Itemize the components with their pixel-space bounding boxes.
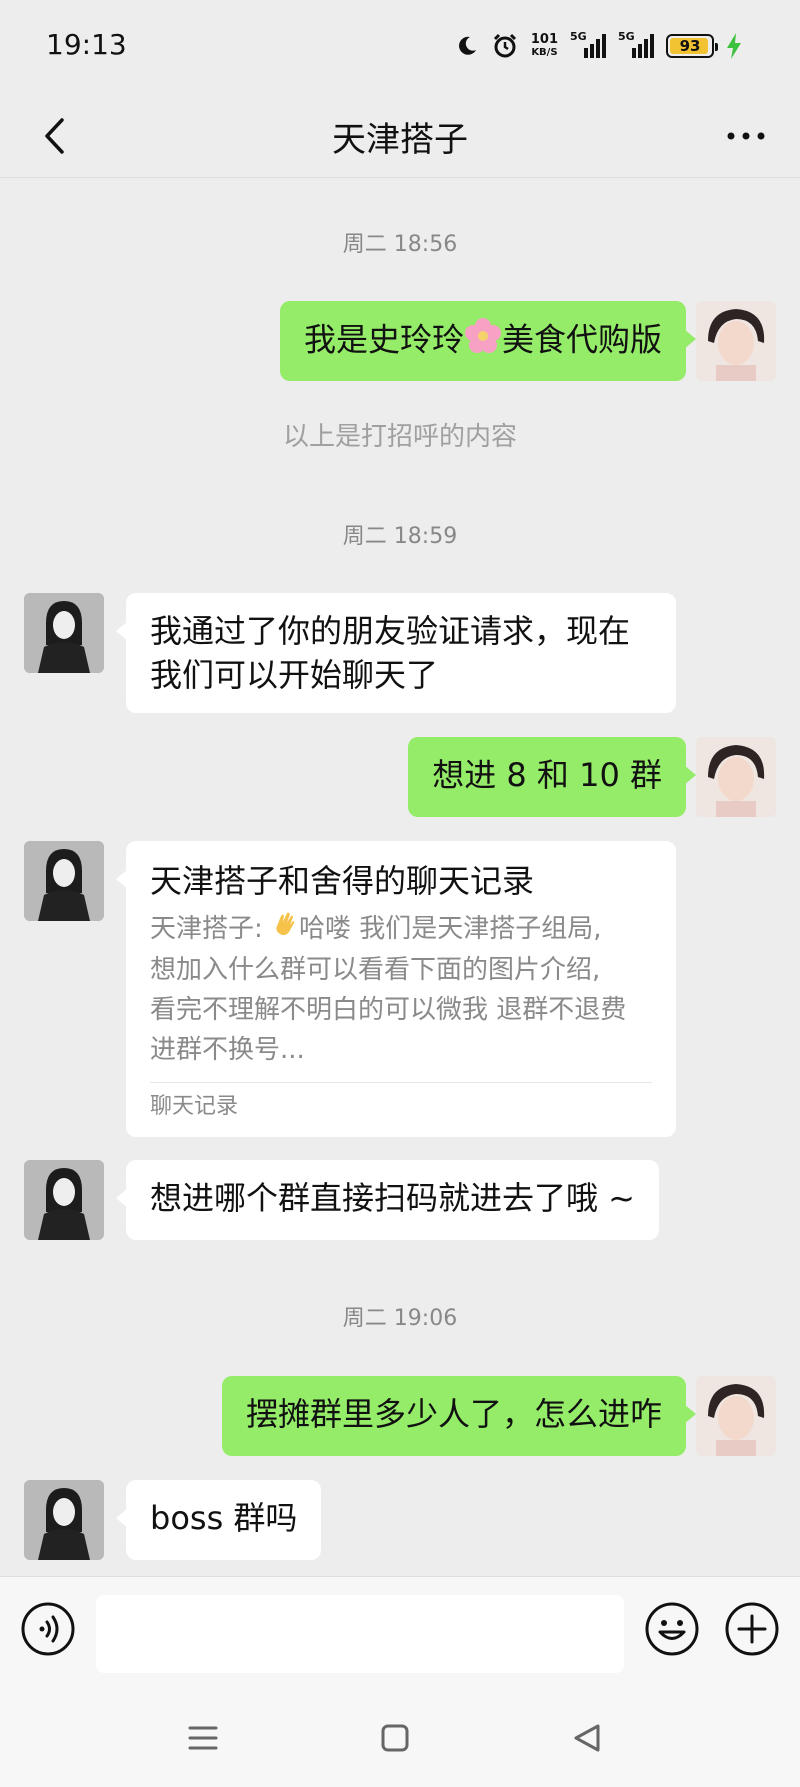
greeting-hint: 以上是打招呼的内容 (282, 422, 517, 452)
status-icons: 101 KB/S 5G 5G 93 (455, 28, 742, 64)
chat-area[interactable]: 周二 18:56 我是史玲玲 美食代购版 以上是打招呼的内容 周二 18:59 (0, 178, 800, 1576)
message-bubble-received[interactable]: boss 群吗 (115, 1480, 322, 1560)
avatar-self[interactable] (696, 737, 776, 817)
input-bar (0, 1576, 800, 1689)
more-button[interactable] (716, 106, 776, 166)
message-bubble-sent[interactable]: 摆摊群里多少人了，怎么进咋 (221, 1376, 697, 1456)
timestamp: 周二 19:06 (342, 1306, 458, 1331)
chat-record-label: 聊天记录 (150, 1093, 239, 1119)
chat-record-card[interactable]: 天津搭子和舍得的聊天记录 天津搭子: 哈喽 我们是天津搭子组局, 想加入什么群可… (116, 841, 676, 1137)
chat-record-sender: 天津搭子: (150, 914, 272, 944)
timestamp: 周二 18:59 (342, 524, 458, 549)
signal-1: 5G (570, 30, 606, 60)
message-text: 我们可以开始聊天了 (150, 656, 439, 694)
divider (150, 1081, 652, 1083)
voice-icon (21, 1602, 75, 1656)
message-text: 美食代购版 (501, 320, 662, 359)
menu-icon (188, 1726, 218, 1750)
message-bubble-sent[interactable]: 我是史玲玲 美食代购版 (279, 301, 697, 381)
battery-icon: 93 (666, 34, 718, 58)
plus-button[interactable] (724, 1601, 780, 1657)
avatar-contact[interactable] (24, 593, 104, 673)
voice-button[interactable] (20, 1601, 76, 1657)
emoji-button[interactable] (644, 1601, 700, 1657)
message-bubble-received[interactable]: 想进哪个群直接扫码就进去了哦 ~ (116, 1160, 659, 1240)
message-bubble-sent[interactable]: 想进 8 和 10 群 (408, 737, 696, 817)
battery-level: 93 (679, 37, 701, 55)
status-bar: 19:13 101 KB/S 5G 5G 93 (0, 0, 800, 92)
avatar-self[interactable] (696, 301, 776, 381)
message-input[interactable] (96, 1595, 624, 1673)
message-text: boss 群吗 (150, 1499, 298, 1537)
home-square-icon (381, 1724, 409, 1752)
net-speed: 101 KB/S (531, 33, 558, 59)
timestamp: 周二 18:56 (342, 232, 458, 257)
message-text: 摆摊群里多少人了，怎么进咋 (245, 1395, 662, 1433)
back-triangle-icon (574, 1724, 600, 1752)
chat-record-line: 进群不换号... (150, 1034, 305, 1065)
signal-bars-2-icon (632, 34, 654, 58)
moon-icon (458, 36, 476, 55)
chat-header: 天津搭子 (0, 92, 800, 178)
message-bubble-received[interactable]: 我通过了你的朋友验证请求，现在 我们可以开始聊天了 (116, 593, 676, 713)
charging-icon (727, 33, 741, 59)
chat-title: 天津搭子 (332, 120, 468, 160)
recent-apps-button[interactable] (178, 1713, 228, 1763)
signal-2: 5G (618, 30, 654, 60)
avatar-contact[interactable] (24, 1480, 104, 1560)
message-text: 想进哪个群直接扫码就进去了哦 ~ (150, 1179, 635, 1217)
chat-record-title: 天津搭子和舍得的聊天记录 (150, 862, 535, 900)
waving-hand-icon (271, 910, 299, 950)
plus-icon (725, 1602, 779, 1656)
alarm-icon (493, 33, 516, 58)
emoji-icon (645, 1602, 699, 1656)
net-speed-unit: KB/S (531, 47, 558, 58)
message-text: 我通过了你的朋友验证请求，现在 (150, 612, 631, 650)
home-button[interactable] (370, 1713, 420, 1763)
system-nav-bar (0, 1689, 800, 1787)
avatar-self[interactable] (696, 1376, 776, 1456)
chat-record-line: 想加入什么群可以看看下面的图片介绍, (150, 954, 601, 985)
net-speed-value: 101 (530, 32, 558, 47)
message-text: 我是史玲玲 (303, 320, 464, 359)
signal-bars-1-icon (584, 34, 606, 58)
chat-record-line: 看完不理解不明白的可以微我 退群不退费 (150, 994, 627, 1025)
system-back-button[interactable] (562, 1713, 612, 1763)
status-time: 19:13 (46, 28, 127, 61)
cherry-blossom-icon (464, 317, 502, 366)
chat-record-line: 哈喽 我们是天津搭子组局, (299, 914, 602, 944)
message-text: 想进 8 和 10 群 (432, 756, 662, 794)
more-dots-icon (727, 132, 765, 140)
avatar-contact[interactable] (24, 841, 104, 921)
chat-record-preview: 天津搭子: 哈喽 我们是天津搭子组局, 想加入什么群可以看看下面的图片介绍, 看… (150, 909, 652, 1070)
avatar-contact[interactable] (24, 1160, 104, 1240)
